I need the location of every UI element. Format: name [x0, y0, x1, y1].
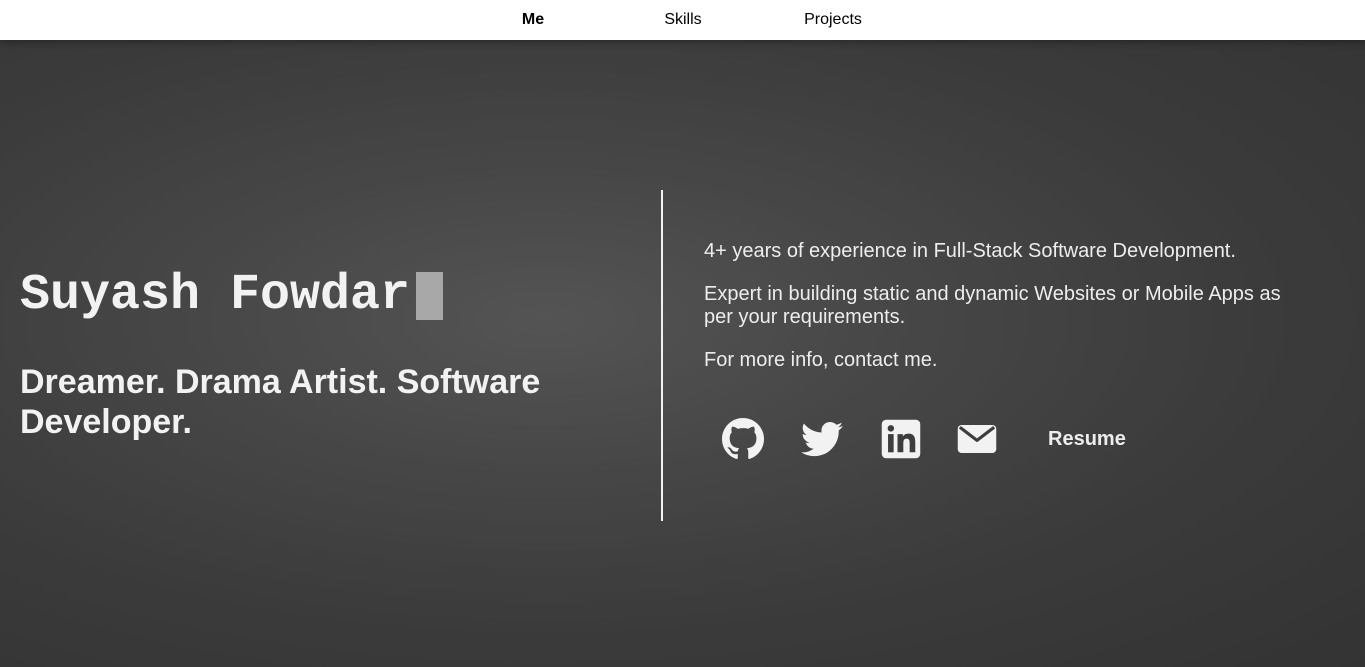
twitter-link[interactable] [801, 418, 843, 460]
bio-expertise: Expert in building static and dynamic We… [704, 283, 1281, 328]
typing-cursor [416, 272, 444, 320]
github-link[interactable] [722, 418, 764, 460]
github-icon [722, 418, 764, 459]
hero-name-text: Suyash Fowdar [20, 267, 411, 324]
hero-tagline: Dreamer. Drama Artist. Software Develope… [20, 363, 541, 441]
email-icon [957, 425, 997, 453]
nav-link-skills[interactable]: Skills [643, 11, 723, 29]
nav-link-projects[interactable]: Projects [793, 11, 873, 29]
resume-link[interactable]: Resume [1048, 428, 1126, 451]
hero-name: Suyash Fowdar [20, 266, 444, 326]
twitter-icon [801, 421, 843, 457]
email-link[interactable] [956, 418, 998, 460]
linkedin-icon [881, 419, 921, 459]
nav-link-me[interactable]: Me [503, 11, 563, 29]
bio-experience: 4+ years of experience in Full-Stack Sof… [704, 240, 1236, 262]
top-navbar: Me Skills Projects [0, 0, 1365, 40]
bio-contact: For more info, contact me. [704, 349, 938, 371]
linkedin-link[interactable] [880, 418, 922, 460]
vertical-divider [661, 190, 663, 521]
